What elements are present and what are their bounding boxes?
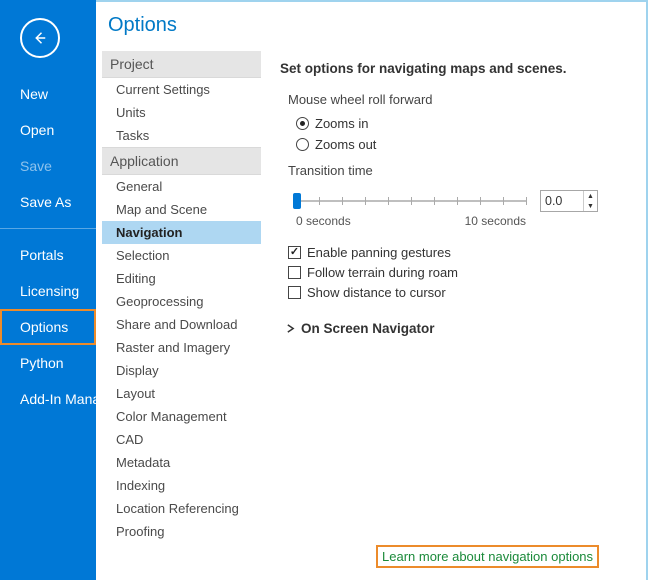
dialog-title: Options bbox=[96, 2, 646, 51]
tree-item[interactable]: CAD bbox=[102, 428, 261, 451]
tree-item[interactable]: Current Settings bbox=[102, 78, 261, 101]
tree-item[interactable]: Metadata bbox=[102, 451, 261, 474]
checkbox-label: Show distance to cursor bbox=[307, 285, 446, 300]
tree-item[interactable]: Units bbox=[102, 101, 261, 124]
tree-group-project: Project bbox=[102, 51, 261, 78]
backstage-rail: New Open Save Save As Portals Licensing … bbox=[0, 0, 96, 580]
learn-more-link[interactable]: Learn more about navigation options bbox=[376, 545, 599, 568]
checkbox-icon bbox=[288, 286, 301, 299]
mouse-wheel-label: Mouse wheel roll forward bbox=[288, 92, 630, 107]
options-dialog: Options Project Current Settings Units T… bbox=[96, 0, 648, 580]
radio-icon bbox=[296, 117, 309, 130]
rail-divider bbox=[0, 228, 96, 229]
transition-slider[interactable] bbox=[296, 192, 526, 210]
tree-group-application: Application bbox=[102, 147, 261, 175]
checkbox-icon bbox=[288, 246, 301, 259]
tree-item[interactable]: Share and Download bbox=[102, 313, 261, 336]
chevron-right-icon bbox=[286, 324, 295, 333]
tree-item[interactable]: Raster and Imagery bbox=[102, 336, 261, 359]
slider-min-label: 0 seconds bbox=[296, 214, 351, 228]
checkbox-label: Follow terrain during roam bbox=[307, 265, 458, 280]
options-content: Set options for navigating maps and scen… bbox=[262, 51, 646, 580]
options-tree[interactable]: Project Current Settings Units Tasks App… bbox=[102, 51, 261, 580]
tree-item[interactable]: Display bbox=[102, 359, 261, 382]
arrow-left-icon bbox=[31, 29, 49, 47]
radio-zooms-out[interactable]: Zooms out bbox=[296, 137, 630, 152]
checkbox-label: Enable panning gestures bbox=[307, 245, 451, 260]
rail-item-licensing[interactable]: Licensing bbox=[0, 273, 96, 309]
spin-down-icon[interactable]: ▼ bbox=[584, 201, 597, 211]
rail-item-save: Save bbox=[0, 148, 96, 184]
radio-zooms-in[interactable]: Zooms in bbox=[296, 116, 630, 131]
radio-icon bbox=[296, 138, 309, 151]
rail-item-addin-manager[interactable]: Add-In Manager bbox=[0, 381, 96, 417]
spinbox-value: 0.0 bbox=[541, 191, 583, 211]
check-terrain[interactable]: Follow terrain during roam bbox=[288, 265, 630, 280]
rail-item-portals[interactable]: Portals bbox=[0, 237, 96, 273]
spin-up-icon[interactable]: ▲ bbox=[584, 191, 597, 201]
radio-label: Zooms out bbox=[315, 137, 376, 152]
back-button[interactable] bbox=[20, 18, 60, 58]
expander-on-screen-navigator[interactable]: On Screen Navigator bbox=[286, 321, 630, 336]
content-heading: Set options for navigating maps and scen… bbox=[280, 61, 630, 76]
slider-thumb[interactable] bbox=[293, 193, 301, 209]
tree-item[interactable]: Layout bbox=[102, 382, 261, 405]
tree-item[interactable]: Proofing bbox=[102, 520, 261, 543]
tree-item[interactable]: General bbox=[102, 175, 261, 198]
radio-label: Zooms in bbox=[315, 116, 368, 131]
tree-item[interactable]: Selection bbox=[102, 244, 261, 267]
tree-item[interactable]: Tasks bbox=[102, 124, 261, 147]
rail-item-open[interactable]: Open bbox=[0, 112, 96, 148]
rail-item-options[interactable]: Options bbox=[0, 309, 96, 345]
checkbox-icon bbox=[288, 266, 301, 279]
rail-item-save-as[interactable]: Save As bbox=[0, 184, 96, 220]
tree-item[interactable]: Geoprocessing bbox=[102, 290, 261, 313]
check-distance[interactable]: Show distance to cursor bbox=[288, 285, 630, 300]
transition-label: Transition time bbox=[288, 163, 630, 178]
tree-item[interactable]: Color Management bbox=[102, 405, 261, 428]
check-panning[interactable]: Enable panning gestures bbox=[288, 245, 630, 260]
rail-item-python[interactable]: Python bbox=[0, 345, 96, 381]
expander-label: On Screen Navigator bbox=[301, 321, 435, 336]
tree-item[interactable]: Map and Scene bbox=[102, 198, 261, 221]
tree-item[interactable]: Editing bbox=[102, 267, 261, 290]
tree-item[interactable]: Indexing bbox=[102, 474, 261, 497]
rail-item-new[interactable]: New bbox=[0, 76, 96, 112]
tree-item[interactable]: Location Referencing bbox=[102, 497, 261, 520]
tree-item-navigation[interactable]: Navigation bbox=[102, 221, 261, 244]
transition-spinbox[interactable]: 0.0 ▲ ▼ bbox=[540, 190, 598, 212]
slider-max-label: 10 seconds bbox=[465, 214, 526, 228]
